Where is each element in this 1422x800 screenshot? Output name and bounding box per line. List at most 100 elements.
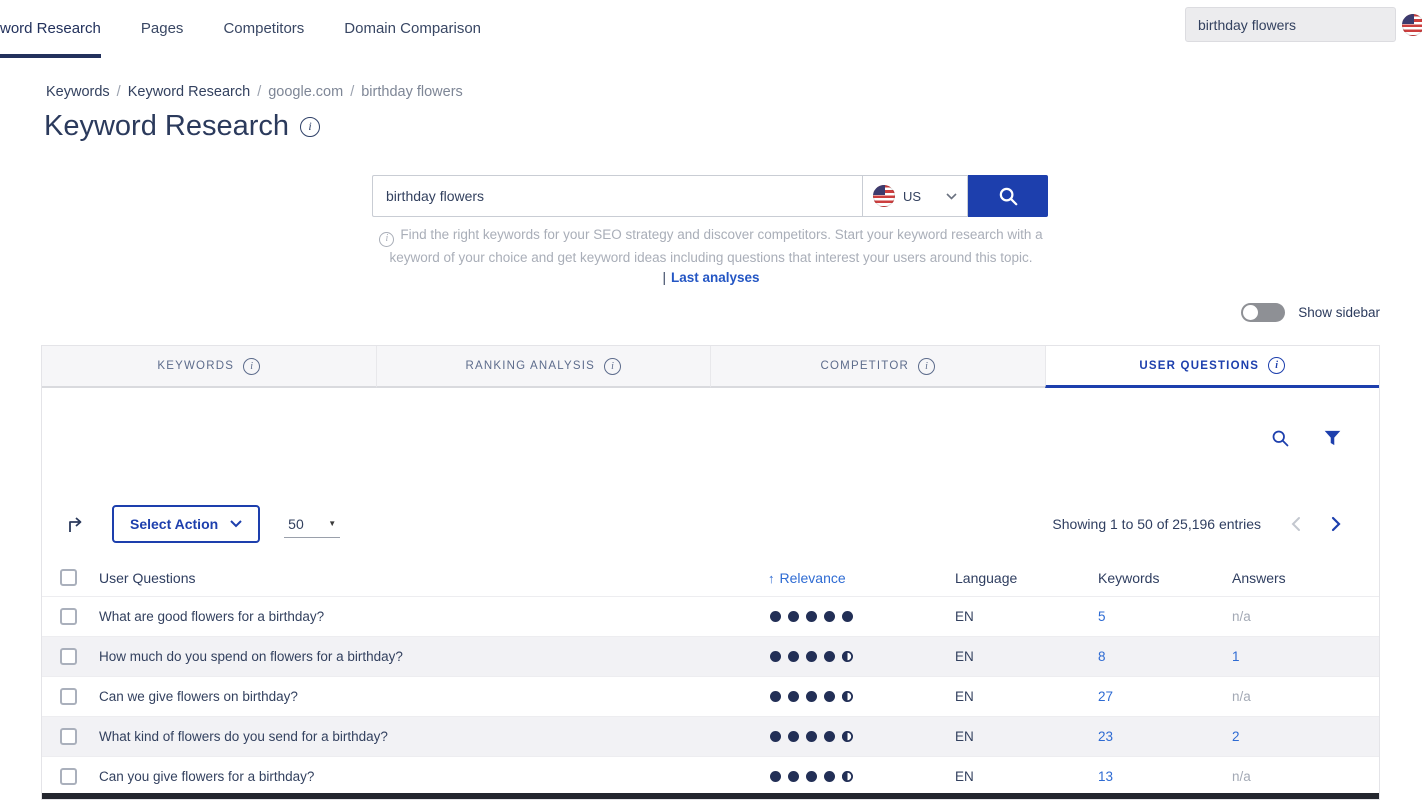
answers-value: n/a [1232, 769, 1251, 784]
caret-down-icon: ▼ [328, 519, 336, 528]
page-title-text: Keyword Research [44, 110, 289, 143]
relevance-dot-icon [788, 651, 799, 662]
breadcrumb-item[interactable]: birthday flowers [361, 84, 463, 100]
tab-label: COMPETITOR [821, 360, 909, 372]
info-icon[interactable] [918, 358, 935, 375]
info-icon[interactable] [300, 117, 320, 137]
search-description: Find the right keywords for your SEO str… [0, 224, 1422, 269]
toggle-knob [1243, 305, 1258, 320]
pagination: Showing 1 to 50 of 25,196 entries [1052, 516, 1341, 532]
info-icon [379, 232, 394, 247]
relevance-dot-icon [824, 651, 835, 662]
page-size-value: 50 [288, 516, 304, 532]
table-row: Can you give flowers for a birthday?EN13… [42, 756, 1379, 796]
col-keywords[interactable]: Keywords [1098, 570, 1232, 586]
questions-table: User Questions ↑Relevance Language Keywo… [42, 559, 1379, 796]
language: EN [955, 649, 1098, 664]
relevance-dot-icon [788, 691, 799, 702]
answers-value[interactable]: 1 [1232, 649, 1240, 664]
col-relevance[interactable]: ↑Relevance [768, 570, 955, 586]
relevance-dot-icon [842, 611, 853, 622]
row-checkbox[interactable] [60, 608, 77, 625]
relevance-dot-icon [788, 611, 799, 622]
keywords-link[interactable]: 13 [1098, 769, 1113, 784]
chevron-down-icon [946, 193, 957, 200]
row-checkbox[interactable] [60, 648, 77, 665]
info-icon[interactable] [604, 358, 621, 375]
relevance-dots [768, 651, 955, 662]
relevance-dots [768, 771, 955, 782]
select-action-button[interactable]: Select Action [112, 505, 260, 543]
last-analyses: |Last analyses [0, 270, 1422, 285]
col-answers[interactable]: Answers [1232, 570, 1379, 586]
row-checkbox[interactable] [60, 768, 77, 785]
table-row: Can we give flowers on birthday?EN27n/a [42, 676, 1379, 716]
show-sidebar-toggle[interactable] [1241, 303, 1285, 322]
keyword-search-input[interactable] [372, 175, 862, 217]
filter-icon[interactable] [1324, 430, 1341, 446]
nav-item-word-research[interactable]: word Research [0, 0, 101, 58]
breadcrumb-item[interactable]: Keyword Research [128, 84, 251, 100]
toolbar: Select Action 50 ▼ Showing 1 to 50 of 25… [66, 504, 1341, 544]
nav-item-pages[interactable]: Pages [141, 0, 184, 58]
search-icon [997, 185, 1019, 207]
relevance-dot-icon [842, 771, 853, 782]
showing-entries: Showing 1 to 50 of 25,196 entries [1052, 516, 1261, 532]
page-size-select[interactable]: 50 ▼ [284, 510, 340, 538]
next-page-icon[interactable] [1331, 516, 1341, 532]
nav-country-flag[interactable] [1402, 14, 1422, 41]
breadcrumb-item[interactable]: Keywords [46, 84, 110, 100]
nav-search-input[interactable] [1185, 7, 1396, 42]
user-question: How much do you spend on flowers for a b… [99, 649, 768, 664]
keywords-link[interactable]: 5 [1098, 609, 1106, 624]
keywords-link[interactable]: 27 [1098, 689, 1113, 704]
user-question: What are good flowers for a birthday? [99, 609, 768, 624]
nav-item-competitors[interactable]: Competitors [223, 0, 304, 58]
user-question: Can you give flowers for a birthday? [99, 769, 768, 784]
breadcrumb-separator: / [350, 84, 354, 100]
keywords-link[interactable]: 8 [1098, 649, 1106, 664]
select-action-label: Select Action [130, 516, 218, 532]
info-icon[interactable] [1268, 357, 1285, 374]
row-checkbox[interactable] [60, 688, 77, 705]
sort-arrow-icon: ↑ [768, 571, 775, 586]
language: EN [955, 609, 1098, 624]
select-all-checkbox[interactable] [60, 569, 77, 586]
keywords-link[interactable]: 23 [1098, 729, 1113, 744]
answers-value: n/a [1232, 609, 1251, 624]
results-panel: KEYWORDS RANKING ANALYSIS COMPETITOR USER Q… [41, 345, 1380, 800]
tab-user-questions[interactable]: USER QUESTIONS [1045, 346, 1380, 388]
nav-item-domain-comparison[interactable]: Domain Comparison [344, 0, 481, 58]
tab-keywords[interactable]: KEYWORDS [42, 346, 376, 388]
breadcrumb-item[interactable]: google.com [268, 84, 343, 100]
description-line2: keyword of your choice and get keyword i… [389, 250, 1032, 265]
search-icon[interactable] [1270, 428, 1290, 448]
row-checkbox[interactable] [60, 728, 77, 745]
answers-value[interactable]: 2 [1232, 729, 1240, 744]
table-header: User Questions ↑Relevance Language Keywo… [42, 559, 1379, 596]
top-nav: word Research Pages Competitors Domain Comp… [0, 0, 1422, 58]
breadcrumb-separator: / [257, 84, 261, 100]
us-flag-icon [873, 185, 895, 207]
bottom-scrollbar[interactable] [42, 793, 1379, 799]
tab-competitor[interactable]: COMPETITOR [710, 346, 1045, 388]
breadcrumb: Keywords/Keyword Research/google.com/bir… [46, 84, 463, 100]
last-analyses-link[interactable]: Last analyses [671, 270, 760, 285]
prev-page-icon[interactable] [1291, 516, 1301, 532]
keyword-search-form: US [372, 175, 1048, 217]
description-line1: Find the right keywords for your SEO str… [400, 227, 1042, 242]
relevance-dots [768, 611, 955, 622]
export-icon[interactable] [66, 514, 86, 534]
relevance-dot-icon [806, 611, 817, 622]
relevance-dots [768, 731, 955, 742]
col-user-questions[interactable]: User Questions [99, 570, 768, 586]
search-button[interactable] [968, 175, 1048, 217]
table-body: What are good flowers for a birthday?EN5… [42, 596, 1379, 796]
tab-label: KEYWORDS [157, 360, 234, 372]
relevance-dots [768, 691, 955, 702]
tab-ranking-analysis[interactable]: RANKING ANALYSIS [376, 346, 711, 388]
country-code: US [903, 189, 921, 204]
col-language[interactable]: Language [955, 570, 1098, 586]
country-select[interactable]: US [862, 175, 968, 217]
info-icon[interactable] [243, 358, 260, 375]
